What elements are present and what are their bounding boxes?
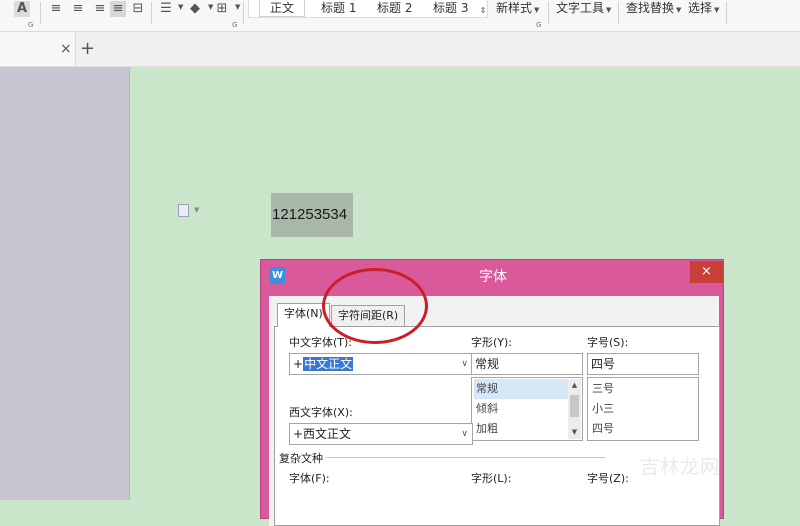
style-list[interactable]: 常规 倾斜 加粗 ▲ ▼	[471, 377, 583, 441]
find-replace-label: 查找替换	[626, 1, 675, 15]
annotation-circle	[322, 268, 428, 344]
chevron-down-icon: ▼	[714, 6, 720, 14]
complex-font-label: 字体(F):	[289, 472, 330, 485]
size-input[interactable]: 四号	[587, 353, 699, 375]
select-button[interactable]: 选择 ▼	[688, 0, 719, 18]
chevron-down-icon[interactable]: ▼	[208, 3, 213, 11]
size-label: 字号(S):	[587, 336, 629, 349]
western-font-value: +西文正文	[293, 427, 352, 441]
ribbon-toolbar: A G ≡ ≡ ≡ ≡ ⊟ ☰ ▼ ◆ ▼ ⊞ ▼ G 正文 标题 1 标题 2…	[0, 0, 800, 32]
dialog-title: 字体	[479, 269, 507, 285]
style-heading-3[interactable]: 标题 3	[433, 0, 468, 17]
chevron-down-icon[interactable]: ▼	[194, 206, 199, 214]
paragraph-handle-icon[interactable]	[178, 204, 189, 217]
style-heading-1[interactable]: 标题 1	[321, 0, 356, 17]
paragraph-dialog-launcher[interactable]: G	[232, 21, 237, 29]
style-normal[interactable]: 正文	[259, 0, 306, 17]
document-tab-strip: × +	[0, 32, 800, 67]
plus-icon[interactable]: +	[80, 38, 95, 59]
navigation-pane	[0, 67, 130, 500]
new-style-button[interactable]: 新样式 ▼	[496, 0, 539, 18]
text-tools-button[interactable]: 文字工具 ▼	[556, 0, 611, 18]
chinese-font-combo[interactable]: +中文正文 ∨	[289, 353, 473, 375]
style-heading-2[interactable]: 标题 2	[377, 0, 412, 17]
list-item[interactable]: 三号	[590, 379, 684, 399]
complex-style-label: 字形(L):	[471, 472, 512, 485]
list-item[interactable]: 小三	[590, 399, 684, 419]
ribbon-separator	[151, 2, 152, 24]
selected-text[interactable]: 121253534	[271, 193, 353, 237]
group-divider	[325, 457, 605, 458]
scroll-down-icon[interactable]: ▼	[568, 426, 581, 439]
chevron-down-icon[interactable]: ▼	[178, 3, 183, 11]
font-dialog-launcher[interactable]: G	[28, 21, 33, 29]
chinese-font-prefix: +	[293, 357, 304, 371]
complex-group-label: 复杂文种	[279, 452, 323, 465]
align-right-icon[interactable]: ≡	[92, 1, 108, 17]
ribbon-separator	[726, 2, 727, 24]
find-replace-button[interactable]: 查找替换 ▼	[626, 0, 681, 18]
text-tools-label: 文字工具	[556, 1, 605, 15]
size-list[interactable]: 三号 小三 四号	[587, 377, 699, 441]
ribbon-separator	[243, 2, 244, 24]
ribbon-separator	[548, 2, 549, 24]
distribute-icon[interactable]: ⊟	[130, 1, 146, 17]
document-tab[interactable]: ×	[0, 32, 76, 66]
chevron-down-icon: ▼	[676, 6, 682, 14]
ribbon-separator	[40, 2, 41, 24]
shading-icon[interactable]: ◆	[187, 1, 203, 17]
chevron-down-icon: ▼	[606, 6, 612, 14]
scroll-thumb[interactable]	[570, 395, 579, 417]
chinese-font-value: 中文正文	[303, 357, 354, 371]
western-font-label: 西文字体(X):	[289, 406, 353, 419]
font-tab-panel: 中文字体(T): +中文正文 ∨ 字形(Y): 常规 常规 倾斜 加粗 ▲ ▼ …	[274, 326, 720, 526]
font-color-icon[interactable]: A	[14, 1, 30, 17]
chevron-down-icon: ▼	[534, 6, 540, 14]
list-item[interactable]: 倾斜	[474, 399, 568, 419]
ribbon-separator	[618, 2, 619, 24]
new-style-label: 新样式	[496, 1, 533, 15]
scrollbar[interactable]: ▲ ▼	[568, 379, 581, 439]
chevron-down-icon[interactable]: ∨	[461, 354, 468, 374]
select-label: 选择	[688, 1, 713, 15]
chevron-down-icon[interactable]: ▼	[235, 3, 240, 11]
borders-icon[interactable]: ⊞	[214, 1, 230, 17]
close-icon[interactable]: ×	[60, 41, 72, 57]
list-item[interactable]: 常规	[474, 379, 568, 399]
style-label: 字形(Y):	[471, 336, 513, 349]
list-item[interactable]: 四号	[590, 419, 684, 439]
chevron-down-icon[interactable]: ∨	[461, 424, 468, 444]
complex-size-label: 字号(Z):	[587, 472, 629, 485]
line-spacing-icon[interactable]: ☰	[157, 1, 175, 17]
justify-icon[interactable]: ≡	[110, 1, 126, 17]
align-center-icon[interactable]: ≡	[70, 1, 86, 17]
style-input[interactable]: 常规	[471, 353, 583, 375]
align-left-icon[interactable]: ≡	[48, 1, 64, 17]
western-font-combo[interactable]: +西文正文 ∨	[289, 423, 473, 445]
close-button[interactable]: ×	[690, 261, 723, 283]
styles-gallery: 正文 标题 1 标题 2 标题 3	[248, 0, 488, 18]
scroll-up-icon[interactable]: ▲	[568, 379, 581, 392]
styles-dialog-launcher[interactable]: G	[536, 21, 541, 29]
list-item[interactable]: 加粗	[474, 419, 568, 439]
styles-more-icon[interactable]: ⇕	[478, 3, 488, 19]
watermark: 吉林龙网	[640, 456, 721, 478]
